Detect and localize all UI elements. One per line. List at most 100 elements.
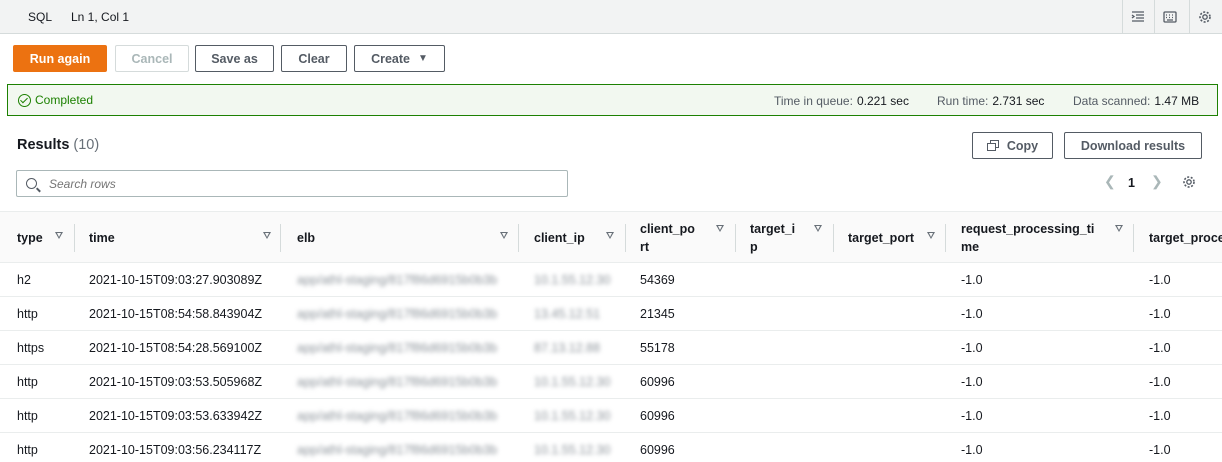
search-icon bbox=[26, 178, 37, 189]
cell-client-ip: 13.45.12.51 bbox=[534, 306, 601, 321]
completed-status: Completed bbox=[18, 93, 93, 107]
column-divider[interactable] bbox=[735, 224, 736, 252]
cell-request-processing-time: -1.0 bbox=[961, 306, 983, 321]
cell-elb: app/athl-staging/817f86d6915b0b3b bbox=[297, 442, 498, 457]
cell-type: h2 bbox=[17, 272, 31, 287]
run-time: Run time: 2.731 sec bbox=[937, 94, 1044, 108]
cell-type: http bbox=[17, 374, 38, 389]
keyboard-icon[interactable] bbox=[1154, 0, 1184, 34]
results-title: Results (10) bbox=[17, 137, 99, 153]
column-divider[interactable] bbox=[280, 224, 281, 252]
search-input[interactable] bbox=[49, 176, 549, 191]
download-results-button[interactable]: Download results bbox=[1064, 132, 1202, 159]
cell-request-processing-time: -1.0 bbox=[961, 340, 983, 355]
cell-client-port: 60996 bbox=[640, 408, 675, 423]
create-label: Create bbox=[371, 51, 410, 66]
data-scanned: Data scanned: 1.47 MB bbox=[1073, 94, 1199, 108]
cell-time: 2021-10-15T09:03:53.633942Z bbox=[89, 408, 263, 423]
run-again-button[interactable]: Run again bbox=[13, 45, 107, 72]
table-row[interactable]: https 2021-10-15T08:54:28.569100Z app/athl… bbox=[0, 331, 1222, 365]
cell-elb: app/athl-staging/817f86d6915b0b3b bbox=[297, 374, 498, 389]
column-divider[interactable] bbox=[833, 224, 834, 252]
run-time-value: 2.731 sec bbox=[992, 94, 1045, 108]
table-row[interactable]: http 2021-10-15T09:03:53.633942Z app/athl-… bbox=[0, 399, 1222, 433]
create-dropdown-button[interactable]: Create ▼ bbox=[354, 45, 445, 72]
cell-target-processing-time: -1.0 bbox=[1149, 408, 1171, 423]
cell-client-ip: 10.1.55.12.30 bbox=[534, 374, 611, 389]
column-header-client-port[interactable]: client_port bbox=[640, 212, 724, 264]
sort-icon[interactable] bbox=[606, 232, 614, 239]
cell-type: http bbox=[17, 408, 38, 423]
cell-client-ip: 10.1.55.12.30 bbox=[534, 442, 611, 457]
clear-button[interactable]: Clear bbox=[281, 45, 347, 72]
table-row[interactable]: h2 2021-10-15T09:03:27.903089Z app/athl-st… bbox=[0, 263, 1222, 297]
column-header-type[interactable]: type bbox=[17, 212, 73, 264]
sort-icon[interactable] bbox=[1115, 225, 1123, 232]
cell-request-processing-time: -1.0 bbox=[961, 374, 983, 389]
cell-type: https bbox=[17, 340, 45, 355]
cell-client-ip: 87.13.12.88 bbox=[534, 340, 601, 355]
sort-icon[interactable] bbox=[814, 225, 822, 232]
column-divider[interactable] bbox=[518, 224, 519, 252]
search-rows-field[interactable] bbox=[16, 170, 568, 197]
cell-request-processing-time: -1.0 bbox=[961, 272, 983, 287]
column-header-target-ip[interactable]: target_ip bbox=[750, 212, 822, 264]
prev-page-icon[interactable]: ❮ bbox=[1104, 173, 1116, 190]
sort-icon[interactable] bbox=[927, 232, 935, 239]
cell-request-processing-time: -1.0 bbox=[961, 442, 983, 457]
time-in-queue: Time in queue: 0.221 sec bbox=[774, 94, 909, 108]
copy-button[interactable]: Copy bbox=[972, 132, 1053, 159]
table-settings-icon[interactable] bbox=[1182, 175, 1196, 192]
table-row[interactable]: http 2021-10-15T09:03:56.234117Z app/athl-… bbox=[0, 433, 1222, 462]
cell-client-port: 60996 bbox=[640, 374, 675, 389]
sort-icon[interactable] bbox=[500, 232, 508, 239]
column-header-target-processing-time[interactable]: target_proce bbox=[1149, 212, 1222, 264]
settings-icon[interactable] bbox=[1189, 0, 1219, 34]
column-header-client-ip[interactable]: client_ip bbox=[534, 212, 624, 264]
cell-client-port: 55178 bbox=[640, 340, 675, 355]
check-circle-icon bbox=[18, 93, 31, 107]
column-divider[interactable] bbox=[1133, 224, 1134, 252]
copy-label: Copy bbox=[1006, 138, 1039, 153]
cell-time: 2021-10-15T08:54:58.843904Z bbox=[89, 306, 263, 321]
sort-icon[interactable] bbox=[263, 232, 271, 239]
sort-icon[interactable] bbox=[716, 225, 724, 232]
save-as-button[interactable]: Save as bbox=[195, 45, 274, 72]
column-header-time[interactable]: time bbox=[89, 212, 279, 264]
data-scanned-value: 1.47 MB bbox=[1154, 94, 1200, 108]
table-header: type time elb client_ip client_port targ… bbox=[0, 211, 1222, 263]
cursor-position: Ln 1, Col 1 bbox=[71, 10, 130, 24]
next-page-icon[interactable]: ❯ bbox=[1151, 173, 1163, 190]
sort-icon[interactable] bbox=[55, 232, 63, 239]
table-row[interactable]: http 2021-10-15T09:03:53.505968Z app/athl-… bbox=[0, 365, 1222, 399]
cell-client-port: 54369 bbox=[640, 272, 675, 287]
cell-time: 2021-10-15T09:03:53.505968Z bbox=[89, 374, 263, 389]
cell-time: 2021-10-15T09:03:56.234117Z bbox=[89, 442, 262, 457]
column-header-target-port[interactable]: target_port bbox=[848, 212, 938, 264]
cell-time: 2021-10-15T08:54:28.569100Z bbox=[89, 340, 263, 355]
cell-type: http bbox=[17, 306, 38, 321]
language-label: SQL bbox=[28, 10, 53, 24]
cell-elb: app/athl-staging/817f86d6915b0b3b bbox=[297, 306, 498, 321]
column-header-elb[interactable]: elb bbox=[297, 212, 517, 264]
editor-status-bar: SQL Ln 1, Col 1 bbox=[0, 0, 1222, 34]
time-in-queue-label: Time in queue: bbox=[774, 94, 853, 108]
cell-client-ip: 10.1.55.12.30 bbox=[534, 408, 611, 423]
cell-elb: app/athl-staging/817f86d6915b0b3b bbox=[297, 408, 498, 423]
cell-target-processing-time: -1.0 bbox=[1149, 340, 1171, 355]
cancel-button[interactable]: Cancel bbox=[115, 45, 189, 72]
current-page[interactable]: 1 bbox=[1128, 176, 1135, 190]
column-header-request-processing-time[interactable]: request_processing_time bbox=[961, 212, 1123, 264]
table-row[interactable]: http 2021-10-15T08:54:58.843904Z app/athl-… bbox=[0, 297, 1222, 331]
caret-down-icon: ▼ bbox=[418, 53, 428, 64]
cell-client-port: 60996 bbox=[640, 442, 675, 457]
cell-time: 2021-10-15T09:03:27.903089Z bbox=[89, 272, 263, 287]
cell-request-processing-time: -1.0 bbox=[961, 408, 983, 423]
column-divider[interactable] bbox=[945, 224, 946, 252]
cell-target-processing-time: -1.0 bbox=[1149, 374, 1171, 389]
column-divider[interactable] bbox=[74, 224, 75, 252]
column-divider[interactable] bbox=[625, 224, 626, 252]
cell-target-processing-time: -1.0 bbox=[1149, 272, 1171, 287]
format-icon[interactable] bbox=[1122, 0, 1152, 34]
cell-type: http bbox=[17, 442, 38, 457]
